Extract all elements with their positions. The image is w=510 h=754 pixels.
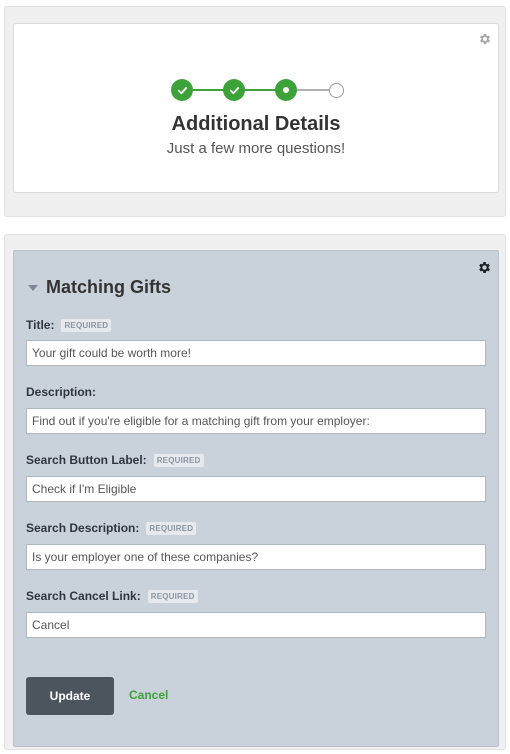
required-badge: REQUIRED	[147, 589, 198, 603]
field-label-text: Search Cancel Link:	[26, 589, 141, 603]
caret-down-icon	[28, 284, 38, 291]
field-label-text: Title:	[26, 318, 55, 332]
gear-icon[interactable]	[478, 32, 492, 46]
required-badge: REQUIRED	[153, 453, 204, 467]
search-description-label: Search Description: REQUIRED	[26, 521, 197, 535]
description-label: Description:	[26, 385, 96, 399]
matching-gifts-panel: Matching Gifts Title: REQUIRED Descripti…	[4, 234, 506, 750]
page-subtitle: Just a few more questions!	[166, 140, 346, 157]
required-badge: REQUIRED	[61, 318, 112, 332]
field-label-text: Description:	[26, 385, 97, 399]
current-dot-icon	[283, 87, 289, 93]
step-3-current	[275, 79, 297, 101]
description-input[interactable]	[26, 408, 486, 434]
required-badge: REQUIRED	[146, 521, 197, 535]
check-icon	[177, 86, 187, 94]
title-label: Title: REQUIRED	[26, 318, 112, 332]
search-cancel-link-input[interactable]	[26, 612, 486, 638]
title-input[interactable]	[26, 340, 486, 366]
page-title: Additional Details	[171, 113, 341, 135]
progress-steps	[171, 78, 344, 102]
update-button[interactable]: Update	[26, 677, 114, 715]
gear-icon[interactable]	[477, 260, 492, 275]
check-icon	[229, 86, 239, 94]
progress-card: Additional Details Just a few more quest…	[13, 23, 499, 193]
field-label-text: Search Button Label:	[26, 453, 147, 467]
step-4-pending	[329, 83, 344, 98]
section-toggle[interactable]: Matching Gifts	[28, 277, 171, 298]
cancel-link[interactable]: Cancel	[129, 688, 168, 702]
search-button-label-label: Search Button Label: REQUIRED	[26, 453, 204, 467]
search-description-input[interactable]	[26, 544, 486, 570]
search-cancel-link-label: Search Cancel Link: REQUIRED	[26, 589, 198, 603]
section-title: Matching Gifts	[46, 277, 171, 297]
field-label-text: Search Description:	[26, 521, 140, 535]
search-button-label-input[interactable]	[26, 476, 486, 502]
step-2-complete	[223, 79, 245, 101]
progress-panel: Additional Details Just a few more quest…	[4, 6, 506, 217]
step-1-complete	[171, 79, 193, 101]
matching-gifts-form: Matching Gifts Title: REQUIRED Descripti…	[13, 250, 499, 747]
